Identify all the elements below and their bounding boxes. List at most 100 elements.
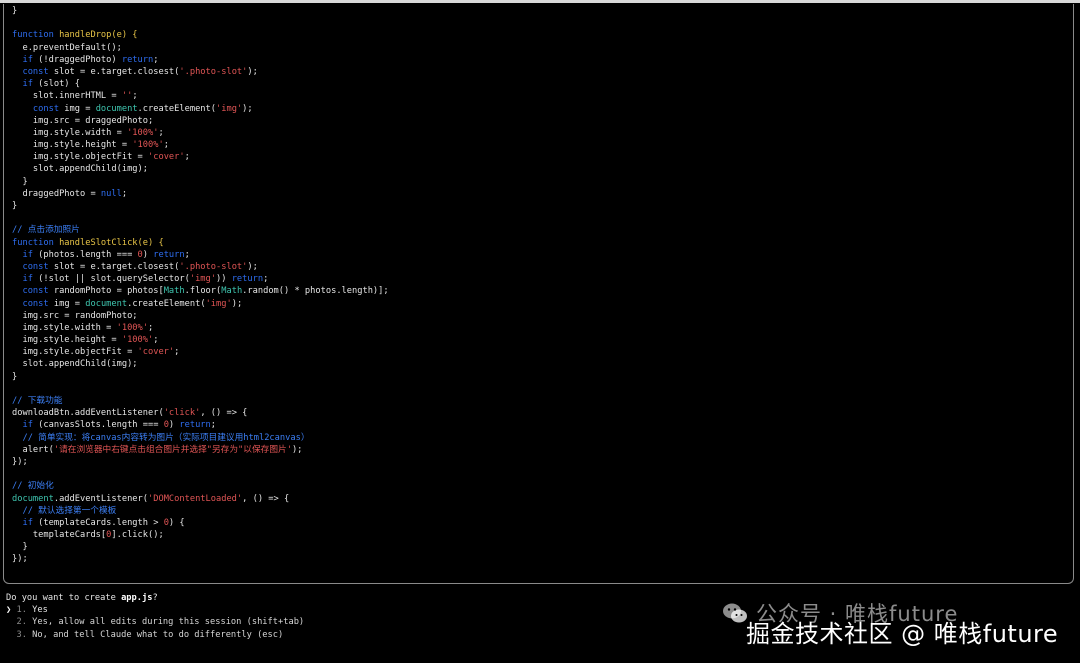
code-line: img.src = draggedPhoto;: [12, 115, 389, 127]
code-token: .addEventListener(: [53, 493, 148, 504]
prompt-question-prefix: Do you want to create: [6, 593, 122, 603]
code-token: ;: [153, 335, 159, 346]
code-token: 'img': [189, 274, 216, 285]
prompt-question: Do you want to create app.js?: [6, 592, 304, 604]
code-line: slot.innerHTML = '';: [12, 90, 389, 102]
create-file-prompt: Do you want to create app.js? ❯ 1. Yes 2…: [6, 592, 304, 641]
code-line: }: [12, 176, 389, 188]
code-line: if (photos.length === 0) return;: [12, 249, 389, 261]
code-token: templateCards[: [12, 530, 107, 541]
code-line: img.src = randomPhoto;: [12, 310, 389, 322]
code-token: '': [121, 91, 133, 102]
code-line: img.style.width = '100%';: [12, 127, 389, 139]
code-token: img.style.objectFit =: [12, 152, 148, 163]
code-token: slot = e.target.closest(: [48, 66, 180, 77]
code-token: '100%': [132, 140, 164, 151]
option-number: 1.: [16, 605, 27, 616]
code-token: ;: [184, 249, 190, 260]
option-label: Yes, allow all edits during this session…: [32, 617, 305, 628]
code-line: const img = document.createElement('img'…: [12, 298, 389, 310]
code-token: ;: [153, 54, 159, 65]
code-line: draggedPhoto = null;: [12, 188, 389, 200]
watermark-line2: 掘金技术社区 @ 唯栈future: [746, 620, 1059, 648]
code-token: img =: [48, 298, 86, 309]
code-token: if: [12, 249, 33, 260]
code-token: ;: [210, 420, 217, 431]
code-token: });: [12, 554, 28, 565]
code-token: // 默认选择第一个模板: [12, 505, 117, 516]
code-token: document: [95, 103, 138, 114]
option-label: Yes: [32, 605, 48, 616]
code-token: document: [12, 493, 54, 504]
code-token: randomPhoto = photos[: [48, 286, 164, 297]
code-line: if (canvasSlots.length === 0) return;: [12, 419, 389, 431]
option-caret-placeholder: [6, 617, 11, 627]
code-token: (templateCards.length >: [32, 517, 164, 528]
code-token: }: [12, 371, 18, 382]
code-line: if (!slot || slot.querySelector('img')) …: [12, 273, 389, 285]
code-line: slot.appendChild(img);: [12, 163, 389, 175]
code-token: const: [12, 66, 49, 77]
code-line: });: [12, 553, 389, 565]
code-token: // 简单实现：将canvas内容转为图片（实际项目建议用html2canvas…: [12, 432, 310, 443]
code-token: );: [247, 261, 258, 272]
code-token: ): [168, 420, 180, 431]
code-token: , () => {: [242, 493, 290, 504]
code-line: slot.appendChild(img);: [12, 358, 389, 370]
code-token: (canvasSlots.length ===: [32, 420, 164, 431]
code-line: // 简单实现：将canvas内容转为图片（实际项目建议用html2canvas…: [12, 432, 389, 444]
code-token: const: [12, 298, 49, 309]
code-token: if: [12, 274, 33, 285]
code-token: if: [12, 420, 33, 431]
code-token: return: [121, 54, 154, 65]
code-token: }: [12, 176, 28, 187]
code-token: ;: [132, 91, 138, 102]
code-token: if: [12, 54, 33, 65]
code-token: '100%': [127, 127, 159, 138]
prompt-filename: app.js: [121, 593, 153, 603]
code-line: img.style.width = '100%';: [12, 322, 389, 334]
code-token: (slot) {: [32, 79, 80, 90]
code-line: downloadBtn.addEventListener('click', ()…: [12, 407, 389, 419]
code-line: document.addEventListener('DOMContentLoa…: [12, 493, 389, 505]
code-token: , () => {: [200, 408, 248, 419]
code-token: Math: [221, 286, 243, 297]
option-number: 3.: [16, 629, 27, 640]
code-token: ;: [184, 152, 190, 163]
code-token: const: [12, 286, 49, 297]
wechat-icon: [723, 603, 747, 623]
code-token: ;: [174, 347, 180, 358]
code-line: }: [12, 541, 389, 553]
code-token: slot = e.target.closest(: [48, 261, 180, 272]
option-yes-allow-all[interactable]: 2. Yes, allow all edits during this sess…: [6, 616, 304, 628]
code-token: (photos.length ===: [32, 249, 138, 260]
option-no[interactable]: 3. No, and tell Claude what to do differ…: [6, 629, 304, 641]
code-token: ;: [148, 322, 154, 333]
selection-caret-icon: ❯: [6, 605, 12, 616]
code-token: }: [12, 542, 28, 553]
code-token: ): [142, 249, 154, 260]
option-label: No, and tell Claude what to do different…: [32, 629, 284, 640]
code-token: draggedPhoto =: [12, 188, 101, 199]
code-line: const img = document.createElement('img'…: [12, 103, 389, 115]
code-token: ) {: [168, 517, 185, 528]
code-token: const: [12, 261, 49, 272]
option-number: 2.: [16, 617, 27, 628]
code-token: 'img': [205, 298, 232, 309]
code-line: // 点击添加照片: [12, 224, 389, 236]
code-token: );: [291, 444, 303, 455]
code-token: '100%': [116, 322, 148, 333]
code-token: alert(: [12, 444, 54, 455]
option-yes[interactable]: ❯ 1. Yes: [6, 604, 304, 616]
code-token: return: [231, 274, 264, 285]
code-token: });: [12, 456, 28, 467]
code-token: img.style.width =: [12, 322, 117, 333]
code-token: if: [12, 517, 33, 528]
option-caret-placeholder: [6, 630, 11, 640]
code-token: null: [100, 188, 122, 199]
code-token: slot.appendChild(img);: [12, 164, 148, 175]
code-token: e.preventDefault();: [12, 42, 122, 53]
code-token: 'DOMContentLoaded': [148, 493, 243, 504]
